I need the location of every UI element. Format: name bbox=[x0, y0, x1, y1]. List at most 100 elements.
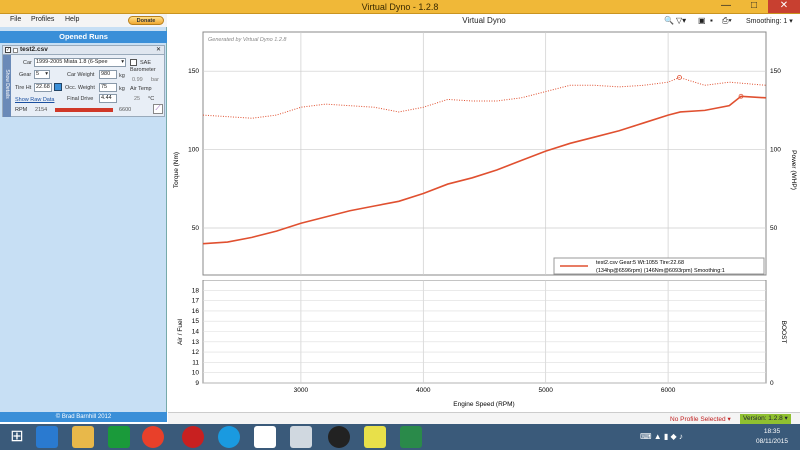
afr-y-axis-label: Air / Fuel bbox=[177, 318, 184, 345]
run-panel: ✓ test2.csv ✕ Show Details Car 1999-2005… bbox=[2, 45, 165, 117]
taskbar: ⊞ ⌨ ▲ ▮ ◆ ♪ 18:35 08/11/2015 bbox=[0, 424, 800, 450]
gear-select[interactable]: 5 ▾ bbox=[34, 70, 50, 79]
app-icon[interactable] bbox=[290, 426, 312, 448]
tray-icons[interactable]: ⌨ ▲ ▮ ◆ ♪ bbox=[640, 432, 683, 441]
show-details-tab[interactable]: Show Details bbox=[3, 55, 11, 117]
folder-icon[interactable]: ▣ bbox=[698, 16, 706, 25]
title-bar: Virtual Dyno - 1.2.8 — □ ✕ bbox=[0, 0, 800, 14]
boost-axis-label: BOOST bbox=[780, 321, 787, 344]
rpm-max: 6600 bbox=[119, 107, 132, 113]
barometer-label: Barometer bbox=[130, 67, 156, 73]
windows-start-icon[interactable]: ⊞ bbox=[6, 426, 28, 448]
car-weight-label: Car Weight bbox=[67, 72, 95, 78]
y2-tick-label: 150 bbox=[770, 68, 781, 75]
car-weight-input[interactable]: 980 bbox=[99, 70, 117, 79]
show-raw-data-link[interactable]: Show Raw Data bbox=[15, 97, 54, 103]
afr-y-tick-label: 9 bbox=[195, 380, 199, 387]
close-run-icon[interactable]: ✕ bbox=[156, 46, 161, 53]
save-icon[interactable]: ▪ bbox=[710, 16, 713, 25]
afr-y-tick-label: 10 bbox=[192, 370, 200, 377]
air-temp-label: Air Temp bbox=[130, 86, 152, 92]
final-drive-input[interactable]: 4.44 bbox=[99, 94, 117, 103]
y2-axis-label: Power (WHP) bbox=[790, 150, 797, 190]
clock-time[interactable]: 18:35 bbox=[752, 428, 792, 435]
minimize-button[interactable]: — bbox=[712, 0, 740, 13]
x-tick-label: 6000 bbox=[661, 387, 676, 394]
car-weight-unit: kg bbox=[119, 73, 125, 79]
sae-checkbox[interactable] bbox=[130, 59, 137, 66]
profile-status[interactable]: No Profile Selected ▾ bbox=[670, 415, 731, 423]
occ-weight-label: Occ. Weight bbox=[65, 85, 95, 91]
afr-y-tick-label: 13 bbox=[192, 339, 200, 346]
afr-y-tick-label: 17 bbox=[192, 298, 200, 305]
afr-y-tick-label: 15 bbox=[192, 318, 200, 325]
x-axis-label: Engine Speed (RPM) bbox=[453, 401, 514, 408]
plot-area bbox=[202, 31, 767, 276]
afr-y-tick-label: 11 bbox=[192, 359, 199, 366]
smoothing-select[interactable]: Smoothing: 1 ▾ bbox=[746, 17, 793, 25]
window-title: Virtual Dyno - 1.2.8 bbox=[361, 2, 439, 12]
gear-value: 5 bbox=[36, 71, 40, 77]
afr-y-tick-label: 18 bbox=[192, 287, 200, 294]
occ-weight-input[interactable]: 75 bbox=[99, 83, 117, 92]
sae-label: SAE bbox=[140, 60, 152, 66]
barometer-value[interactable]: 0.99 bbox=[132, 77, 143, 83]
y-axis-label: Torque (Nm) bbox=[173, 152, 180, 188]
show-details-label: Show Details bbox=[4, 69, 10, 99]
status-bar: No Profile Selected ▾ Version: 1.2.8 ▾ bbox=[168, 412, 800, 424]
occ-weight-unit: kg bbox=[119, 86, 125, 92]
opera-icon[interactable] bbox=[182, 426, 204, 448]
tire-input[interactable]: 22.68 bbox=[34, 83, 52, 92]
chevron-down-icon: ▾ bbox=[121, 59, 124, 65]
version-badge[interactable]: Version: 1.2.8 ▾ bbox=[740, 414, 791, 424]
profile-text: No Profile Selected bbox=[670, 416, 726, 423]
donate-button[interactable]: Donate bbox=[128, 16, 164, 25]
run-filename: test2.csv bbox=[20, 46, 48, 53]
version-text: Version: 1.2.8 bbox=[743, 415, 783, 422]
air-temp-unit: °C bbox=[148, 96, 155, 102]
y2-tick-label: 100 bbox=[770, 147, 781, 154]
legend-line2: (134hp@6596rpm) (146Nm@6093rpm) Smoothin… bbox=[596, 268, 725, 274]
ie-icon[interactable] bbox=[36, 426, 58, 448]
maximize-button[interactable]: □ bbox=[740, 0, 768, 13]
zoom-icon[interactable]: 🔍 bbox=[664, 16, 674, 25]
car-select[interactable]: 1999-2005 Miata 1.8 (6-Spee ▾ bbox=[34, 58, 126, 67]
rpm-range-slider[interactable] bbox=[55, 108, 113, 112]
menu-file[interactable]: File bbox=[10, 16, 21, 23]
filter-icon[interactable]: ▽▾ bbox=[676, 16, 686, 25]
barometer-unit: bar bbox=[151, 77, 159, 83]
virtual-dyno-icon[interactable] bbox=[364, 426, 386, 448]
torque-power-chart: Generated by Virtual Dyno 1.2.8 50 100 150… bbox=[173, 31, 797, 276]
graph-settings-icon[interactable]: ⟋ bbox=[153, 104, 163, 114]
afr-y-tick-label: 16 bbox=[192, 308, 200, 315]
run-checkbox[interactable]: ✓ bbox=[5, 47, 11, 53]
netflix-icon[interactable] bbox=[254, 426, 276, 448]
skype-icon[interactable] bbox=[218, 426, 240, 448]
afr-y-tick-label: 12 bbox=[192, 349, 200, 356]
dyno-icon[interactable] bbox=[328, 426, 350, 448]
chevron-down-icon: ▾ bbox=[45, 71, 48, 77]
tire-label: Tire Ht bbox=[15, 85, 32, 91]
store-icon[interactable] bbox=[108, 426, 130, 448]
excel-icon[interactable] bbox=[400, 426, 422, 448]
chrome-icon[interactable] bbox=[142, 426, 164, 448]
explorer-icon[interactable] bbox=[72, 426, 94, 448]
run-header: ✓ test2.csv ✕ bbox=[3, 46, 164, 55]
close-button[interactable]: ✕ bbox=[768, 0, 800, 13]
final-drive-label: Final Drive bbox=[67, 96, 94, 102]
file-icon bbox=[13, 48, 18, 53]
tire-calculator-icon[interactable] bbox=[54, 83, 62, 91]
y-tick-label: 150 bbox=[188, 68, 199, 75]
menu-profiles[interactable]: Profiles bbox=[31, 16, 54, 23]
x-tick-label: 4000 bbox=[416, 387, 431, 394]
gear-label: Gear bbox=[19, 72, 32, 78]
clock-date[interactable]: 08/11/2015 bbox=[752, 438, 792, 445]
car-value: 1999-2005 Miata 1.8 (6-Spee bbox=[36, 59, 108, 65]
menu-bar: File Profiles Help Donate bbox=[0, 14, 167, 27]
air-temp-value[interactable]: 25 bbox=[134, 96, 140, 102]
rpm-min: 2154 bbox=[35, 107, 48, 113]
menu-help[interactable]: Help bbox=[65, 16, 79, 23]
opened-runs-header: Opened Runs bbox=[0, 31, 167, 43]
print-icon[interactable]: ⎙▾ bbox=[722, 16, 732, 26]
air-fuel-chart: 3000 4000 5000 6000 9 10 11 12 13 14 15 16 17 18 0 Air… bbox=[177, 280, 787, 408]
